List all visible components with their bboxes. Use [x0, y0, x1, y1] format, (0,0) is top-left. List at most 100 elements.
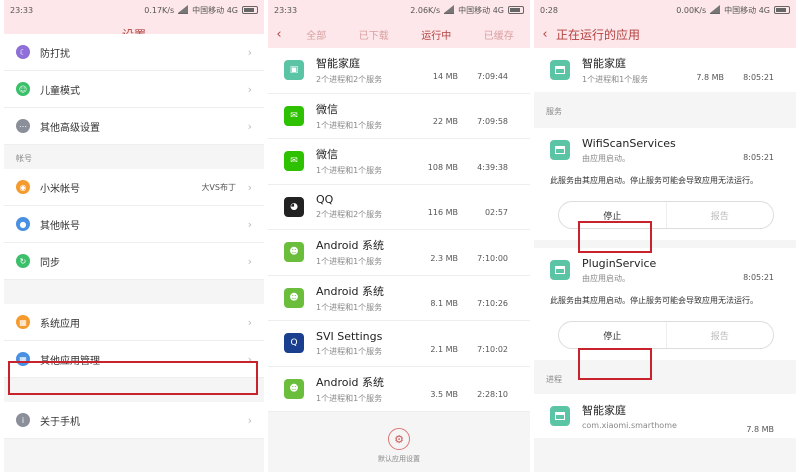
- app-name: SVI Settings: [316, 329, 383, 343]
- app-name: 智能家庭: [316, 57, 360, 71]
- process-card: 智能家庭 com.xiaomi.smarthome 7.8 MB: [534, 394, 796, 438]
- settings-item-do-not-disturb[interactable]: ☾ 防打扰 ›: [4, 34, 264, 71]
- default-apps-label: 默认应用设置: [378, 455, 420, 463]
- app-row[interactable]: ☻ Android 系统 1个进程和1个服务 2.3 MB 7:10:00: [268, 230, 530, 276]
- report-button[interactable]: 报告: [665, 202, 774, 228]
- app-row[interactable]: ◕ QQ 2个进程和2个服务 116 MB 02:57: [268, 184, 530, 230]
- settings-item-label: 儿童模式: [40, 85, 80, 97]
- settings-item-mi-account[interactable]: ◉ 小米帐号 大VS布丁 ›: [4, 169, 264, 206]
- top-app-card: 智能家庭 1个进程和1个服务 7.8 MB 8:05:21: [534, 48, 796, 92]
- back-arrow-icon[interactable]: ‹: [268, 27, 290, 42]
- service-card-wifiscan: WifiScanServices 由应用启动。 8:05:21: [534, 128, 796, 172]
- status-time: 0:28: [540, 5, 558, 15]
- smart-home-icon: [550, 60, 570, 80]
- section-header-services: 服务: [546, 107, 562, 116]
- tab-running[interactable]: 运行中: [421, 27, 451, 42]
- settings-item-label: 关于手机: [40, 416, 80, 428]
- app-detail-panel: 0:28 0.00K/s 中国移动 4G ‹ 正在运行的应用 智能家庭 1个进程…: [534, 0, 796, 472]
- service-description: 此服务由其应用启动。停止服务可能会导致应用无法运行。: [534, 172, 796, 194]
- android-icon: ☻: [284, 378, 304, 399]
- running-apps-panel: 23:33 2.06K/s 中国移动 4G ‹ 全部 已下载 运行中 已缓存 ▣…: [268, 0, 530, 472]
- app-name: Android 系统: [316, 284, 385, 298]
- network-speed: 0.17K/s: [144, 5, 175, 15]
- app-size: 14 MB: [432, 71, 458, 81]
- back-arrow-icon[interactable]: ‹: [534, 27, 556, 42]
- default-apps-footer[interactable]: ⚙ 默认应用设置: [268, 420, 530, 472]
- settings-item-child-mode[interactable]: ☺ 儿童模式 ›: [4, 71, 264, 108]
- chevron-right-icon: ›: [247, 413, 252, 427]
- chevron-right-icon: ›: [247, 45, 252, 59]
- chevron-right-icon: ›: [247, 254, 252, 268]
- status-time: 23:33: [10, 5, 34, 15]
- app-row[interactable]: ✉ 微信 1个进程和1个服务 108 MB 4:39:38: [268, 139, 530, 185]
- app-size: 116 MB: [427, 208, 458, 217]
- settings-item-label: 防打扰: [40, 48, 70, 60]
- app-runtime: 7:09:58: [477, 117, 508, 126]
- chevron-right-icon: ›: [247, 217, 252, 231]
- report-button[interactable]: 报告: [665, 322, 774, 348]
- app-runtime: 02:57: [484, 208, 508, 217]
- stop-button[interactable]: 停止: [559, 322, 666, 348]
- chevron-right-icon: ›: [247, 82, 252, 96]
- settings-item-label: 同步: [40, 257, 60, 269]
- settings-panel: 23:33 0.17K/s 中国移动 4G 设置 ☾ 防打扰 › ☺ 儿童模式 …: [4, 0, 264, 472]
- battery-icon: [242, 6, 258, 14]
- app-runtime: 7:09:44: [477, 71, 508, 81]
- tab-downloaded[interactable]: 已下载: [359, 27, 389, 42]
- service-sub: 由应用启动。: [582, 273, 630, 283]
- highlight-box: [8, 361, 258, 395]
- carrier-label: 中国移动 4G: [724, 5, 770, 15]
- app-process-info: 2个进程和2个服务: [316, 75, 383, 85]
- app-row[interactable]: ▣ 智能家庭 2个进程和2个服务 14 MB 7:09:44: [268, 48, 530, 94]
- app-row[interactable]: ☻ Android 系统 1个进程和1个服务 3.5 MB 2:28:10: [268, 366, 530, 412]
- tab-all[interactable]: 全部: [306, 27, 326, 42]
- app-sub: 1个进程和1个服务: [582, 75, 649, 84]
- app-name: Android 系统: [316, 239, 385, 253]
- app-runtime: 7:10:26: [477, 299, 508, 308]
- app-size: 2.1 MB: [430, 344, 458, 354]
- settings-item-sync[interactable]: ↻ 同步 ›: [4, 243, 264, 280]
- service-action-row: 停止 报告: [558, 321, 774, 349]
- child-mode-icon: ☺: [16, 82, 30, 96]
- wechat-icon: ✉: [284, 151, 304, 172]
- app-row[interactable]: ✉ 微信 1个进程和1个服务 22 MB 7:09:58: [268, 93, 530, 139]
- app-name: QQ: [316, 193, 334, 207]
- app-runtime: 4:39:38: [477, 162, 508, 172]
- smart-home-icon: ▣: [284, 60, 304, 81]
- service-name: PluginService: [582, 256, 657, 270]
- title-bar: ‹ 全部 已下载 运行中 已缓存: [268, 20, 530, 48]
- app-size: 8.1 MB: [430, 299, 458, 308]
- app-size: 2.3 MB: [430, 253, 458, 263]
- app-time: 8:05:21: [743, 73, 774, 82]
- app-process-info: 1个进程和1个服务: [316, 166, 383, 176]
- highlight-box: [578, 348, 652, 380]
- app-list: ▣ 智能家庭 2个进程和2个服务 14 MB 7:09:44 ✉ 微信 1个进程和1个服务 22…: [268, 48, 530, 412]
- section-header-process: 进程: [546, 375, 562, 384]
- user-icon: ●: [16, 217, 30, 231]
- android-icon: ☻: [284, 287, 304, 308]
- settings-item-system-apps[interactable]: ▦ 系统应用 ›: [4, 304, 264, 341]
- settings-item-about-phone[interactable]: i 关于手机 ›: [4, 402, 264, 439]
- network-speed: 0.00K/s: [676, 5, 707, 15]
- settings-item-label: 小米帐号: [40, 183, 80, 195]
- process-package: com.xiaomi.smarthome: [582, 421, 677, 430]
- service-description: 此服务由其应用启动。停止服务可能会导致应用无法运行。: [534, 292, 796, 314]
- more-icon: ⋯: [16, 119, 30, 133]
- settings-item-advanced[interactable]: ⋯ 其他高级设置 ›: [4, 108, 264, 145]
- app-row[interactable]: Q SVI Settings 1个进程和1个服务 2.1 MB 7:10:02: [268, 321, 530, 367]
- service-sub: 由应用启动。: [582, 153, 630, 163]
- system-apps-icon: ▦: [16, 315, 30, 329]
- smart-home-icon: [550, 260, 570, 280]
- settings-item-label: 系统应用: [40, 318, 80, 330]
- tab-cached[interactable]: 已缓存: [484, 27, 514, 42]
- title-bar: ‹ 正在运行的应用: [534, 20, 796, 48]
- carrier-label: 中国移动 4G: [192, 5, 238, 15]
- service-time: 8:05:21: [743, 273, 774, 282]
- app-runtime: 2:28:10: [477, 390, 508, 399]
- app-size: 3.5 MB: [430, 390, 458, 399]
- app-row[interactable]: ☻ Android 系统 1个进程和1个服务 8.1 MB 7:10:26: [268, 275, 530, 321]
- carrier-label: 中国移动 4G: [458, 5, 504, 15]
- qq-icon: ◕: [284, 196, 304, 217]
- settings-item-other-accounts[interactable]: ● 其他帐号 ›: [4, 206, 264, 243]
- smart-home-icon: [550, 140, 570, 160]
